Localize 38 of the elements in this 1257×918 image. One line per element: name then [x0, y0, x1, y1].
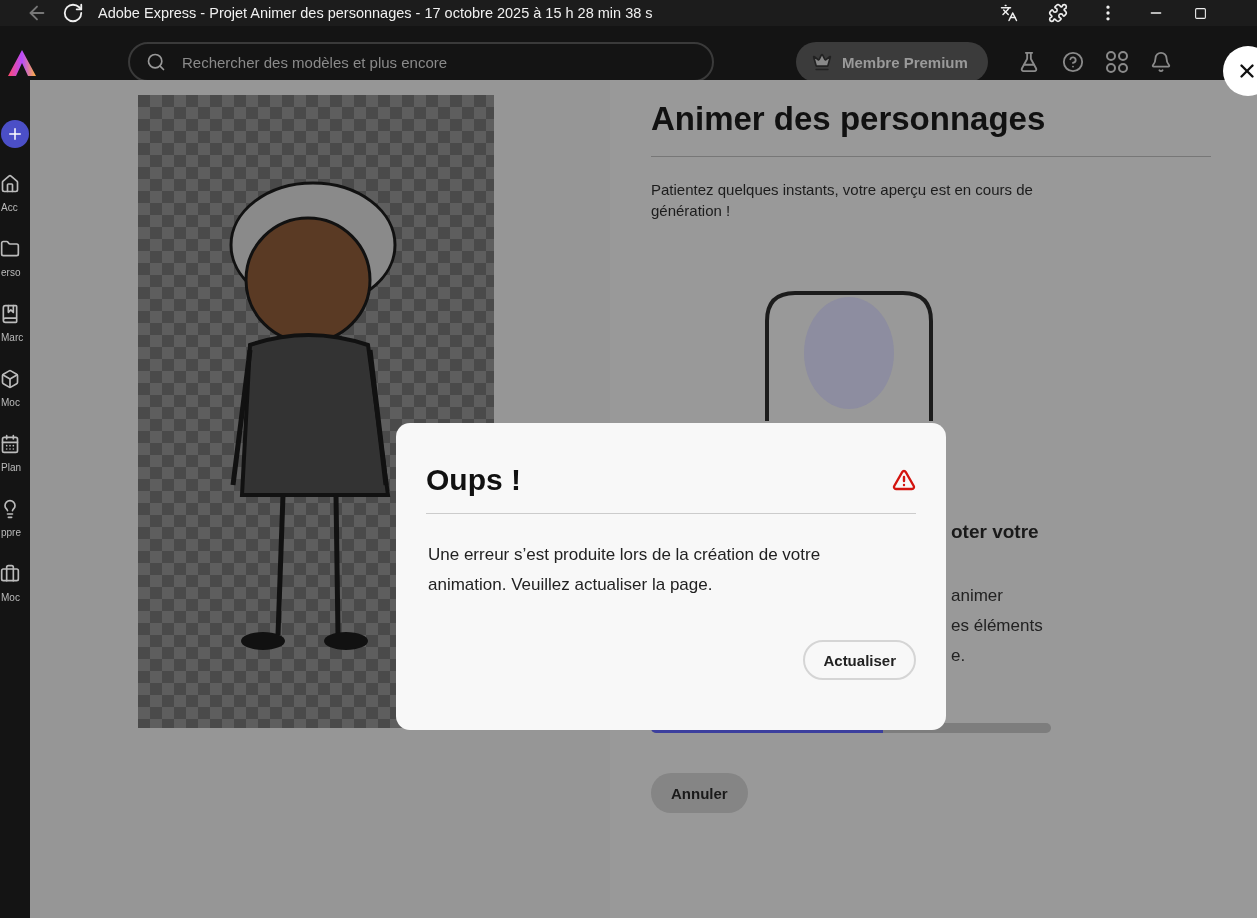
step-heading: oter votre — [951, 521, 1040, 543]
notification-icon[interactable] — [1149, 51, 1172, 73]
warning-icon — [892, 468, 916, 492]
sidebar-label[interactable]: Acc — [0, 202, 18, 213]
sidebar-icon[interactable] — [0, 174, 20, 194]
sidebar-label[interactable]: Moc — [0, 592, 20, 603]
create-button[interactable] — [1, 120, 29, 148]
cancel-button[interactable]: Annuler — [651, 773, 748, 813]
sidebar-label[interactable]: erso — [0, 267, 21, 278]
error-message: Une erreur s’est produite lors de la création de votre animation. Veuillez actualiser la page. — [428, 544, 822, 596]
help-icon[interactable] — [1061, 51, 1084, 73]
logo-icon[interactable] — [8, 50, 36, 76]
sidebar-label[interactable]: Marc — [0, 332, 24, 343]
dialog-title: Oups ! — [426, 463, 521, 497]
sidebar-icon[interactable] — [0, 304, 20, 324]
window-title: Adobe Express - Projet Animer des personnages - 17 octobre 2025 à 15 h 28 min 38 s — [98, 5, 654, 21]
search-icon — [146, 52, 166, 72]
reload-icon[interactable] — [62, 2, 84, 24]
step-text: es éléments — [951, 615, 1044, 637]
translate-icon[interactable] — [1000, 4, 1018, 22]
sidebar-label[interactable]: Moc — [0, 397, 20, 408]
sidebar-label[interactable]: ppre — [0, 527, 21, 538]
loading-message: Patientez quelques instants, votre aperçu est en cours de génération ! — [651, 180, 1034, 221]
puzzle-icon[interactable] — [1048, 3, 1068, 23]
crown-icon — [812, 52, 832, 72]
sidebar-icon[interactable] — [0, 434, 20, 454]
step-text: e. — [951, 645, 967, 667]
sidebar-icon[interactable] — [0, 239, 20, 259]
sidebar-icon[interactable] — [0, 564, 20, 584]
sidebar-label[interactable]: Plan — [0, 462, 21, 473]
premium-button[interactable]: Membre Premium — [796, 42, 988, 82]
maximize-icon[interactable] — [1194, 6, 1207, 20]
step-text: animer — [951, 585, 1004, 607]
plus-icon — [6, 125, 24, 143]
sidebar-icon[interactable] — [0, 369, 20, 389]
panel-title: Animer des personnages — [651, 100, 1211, 157]
apps-icon[interactable] — [1105, 51, 1128, 73]
refresh-button[interactable]: Actualiser — [803, 640, 916, 680]
